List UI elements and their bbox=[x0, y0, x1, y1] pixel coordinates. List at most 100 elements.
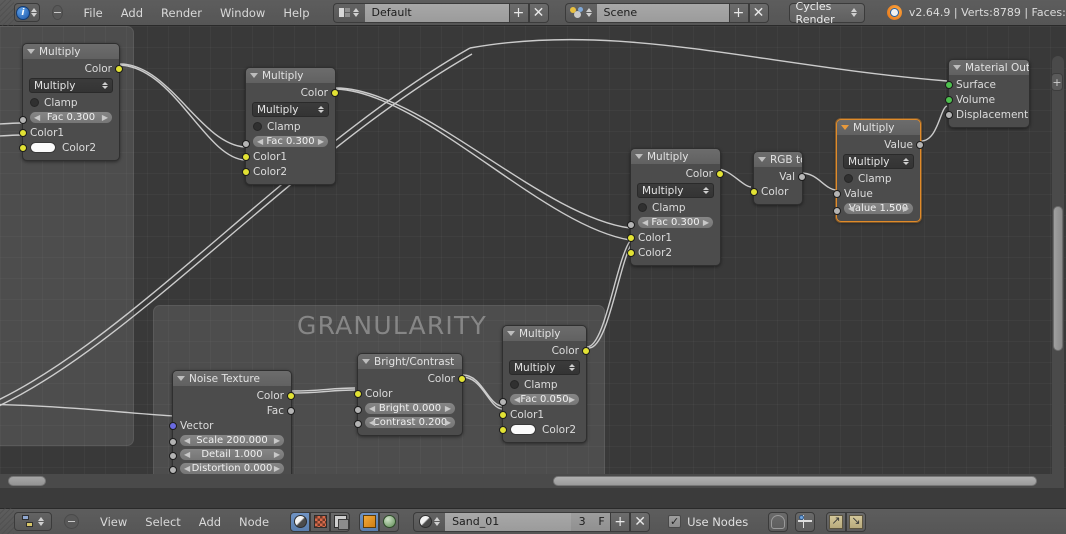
menu-add[interactable]: Add bbox=[190, 513, 230, 531]
node-math-multiply[interactable]: Multiply Value Multiply Clamp Value ◀ Va… bbox=[833, 119, 924, 222]
node-bright-contrast[interactable]: Bright/Contrast Color Color ◀ Bright 0.0… bbox=[354, 353, 466, 436]
slider-left-arrow-icon[interactable]: ◀ bbox=[184, 450, 190, 459]
fac-slider[interactable]: ◀ Fac 0.300 ▶ bbox=[637, 216, 714, 229]
node-input-color1[interactable]: Color1 bbox=[627, 230, 720, 245]
socket-input-surface[interactable] bbox=[945, 80, 953, 89]
slider-left-arrow-icon[interactable]: ◀ bbox=[184, 464, 190, 473]
slider-right-arrow-icon[interactable]: ▶ bbox=[274, 436, 280, 445]
backdrop-toggle-button[interactable] bbox=[768, 511, 789, 532]
slider-right-arrow-icon[interactable]: ▶ bbox=[569, 395, 575, 404]
node-header[interactable]: Noise Texture bbox=[173, 371, 291, 386]
node-output-value[interactable]: Value bbox=[837, 137, 924, 152]
node-material-output[interactable]: Material Outp Surface Volume Displacemen… bbox=[945, 59, 1030, 128]
node-input-vector[interactable]: Vector bbox=[169, 418, 291, 433]
socket-input-fac[interactable] bbox=[499, 398, 507, 406]
node-mix-rgb-4[interactable]: Multiply Color Multiply Clamp ◀ Fac 0.05… bbox=[499, 325, 590, 443]
blend-mode-dropdown[interactable]: Multiply bbox=[637, 183, 714, 198]
blend-mode-dropdown[interactable]: Multiply bbox=[29, 78, 113, 93]
menu-file[interactable]: File bbox=[75, 4, 112, 22]
node-output-color[interactable]: Color bbox=[631, 166, 724, 181]
node-input-displacement[interactable]: Displacement bbox=[945, 107, 1029, 122]
material-users-count[interactable]: 3 bbox=[571, 511, 594, 532]
socket-output-value[interactable] bbox=[916, 140, 924, 149]
clamp-checkbox[interactable] bbox=[253, 122, 262, 131]
menu-select[interactable]: Select bbox=[136, 513, 189, 531]
node-output-val[interactable]: Val bbox=[754, 169, 806, 184]
collapse-triangle-icon[interactable] bbox=[362, 359, 370, 364]
socket-input-color2[interactable] bbox=[627, 248, 635, 257]
shader-slot-object-button[interactable] bbox=[359, 511, 380, 532]
node-mix-rgb-2[interactable]: Multiply Color Multiply Clamp ◀ Fac 0.30… bbox=[242, 67, 339, 185]
detail-slider[interactable]: ◀ Detail 1.000 ▶ bbox=[179, 448, 285, 461]
node-header[interactable]: Multiply bbox=[246, 68, 335, 83]
node-input-value-1[interactable]: Value bbox=[833, 186, 920, 201]
node-header[interactable]: Multiply bbox=[23, 44, 119, 59]
unlink-material-button[interactable]: ✕ bbox=[630, 511, 651, 532]
bright-slider[interactable]: ◀ Bright 0.000 ▶ bbox=[364, 402, 456, 415]
fac-slider[interactable]: ◀ Fac 0.300 ▶ bbox=[252, 135, 329, 148]
render-engine-selector[interactable]: Cycles Render bbox=[788, 0, 865, 26]
node-mix-rgb-1[interactable]: Multiply Color Multiply Clamp ◀ Fac 0.30… bbox=[19, 43, 123, 161]
add-screen-layout-button[interactable]: + bbox=[508, 2, 529, 23]
vertical-scrollbar-thumb[interactable] bbox=[1053, 206, 1063, 351]
collapse-triangle-icon[interactable] bbox=[27, 49, 35, 54]
socket-output-color[interactable] bbox=[287, 391, 295, 400]
slider-left-arrow-icon[interactable]: ◀ bbox=[369, 418, 375, 427]
editor-corner-grip[interactable] bbox=[0, 508, 14, 534]
color2-swatch[interactable] bbox=[510, 424, 536, 435]
fac-slider[interactable]: ◀ Fac 0.300 ▶ bbox=[29, 111, 113, 124]
node-input-color[interactable]: Color bbox=[750, 184, 802, 199]
menu-add[interactable]: Add bbox=[112, 4, 152, 22]
contrast-slider[interactable]: ◀ Contrast 0.200 ▶ bbox=[364, 416, 456, 429]
socket-input-color2[interactable] bbox=[19, 143, 27, 152]
math-operation-dropdown[interactable]: Multiply bbox=[843, 154, 914, 169]
slider-left-arrow-icon[interactable]: ◀ bbox=[848, 204, 854, 213]
collapse-triangle-icon[interactable] bbox=[953, 65, 961, 70]
copy-node-button[interactable] bbox=[846, 511, 867, 532]
node-output-color[interactable]: Color bbox=[23, 61, 123, 76]
socket-input-color1[interactable] bbox=[627, 233, 635, 242]
socket-input-detail[interactable] bbox=[169, 452, 177, 460]
socket-input-fac[interactable] bbox=[627, 221, 635, 229]
material-name-field[interactable]: Sand_01 bbox=[445, 511, 572, 532]
collapse-menu-button[interactable] bbox=[51, 5, 63, 20]
socket-output-val[interactable] bbox=[798, 172, 806, 181]
slider-right-arrow-icon[interactable]: ▶ bbox=[903, 204, 909, 213]
clamp-checkbox[interactable] bbox=[638, 203, 647, 212]
socket-input-fac[interactable] bbox=[19, 116, 27, 124]
material-fake-user-button[interactable]: F bbox=[593, 511, 611, 532]
clamp-checkbox-row[interactable]: Clamp bbox=[246, 119, 335, 134]
slider-left-arrow-icon[interactable]: ◀ bbox=[34, 113, 40, 122]
socket-input-scale[interactable] bbox=[169, 438, 177, 446]
node-editor-canvas[interactable]: GRANULARITY Multiply Color Multiply Clam… bbox=[0, 26, 1066, 488]
collapse-triangle-icon[interactable] bbox=[758, 157, 766, 162]
node-header[interactable]: Material Outp bbox=[949, 60, 1029, 75]
node-header[interactable]: Bright/Contrast bbox=[358, 354, 462, 369]
node-rgb-to-bw[interactable]: RGB to Val Color bbox=[750, 151, 806, 205]
socket-input-color2[interactable] bbox=[242, 167, 250, 176]
slider-right-arrow-icon[interactable]: ▶ bbox=[318, 137, 324, 146]
slider-right-arrow-icon[interactable]: ▶ bbox=[274, 464, 280, 473]
clamp-checkbox-row[interactable]: Clamp bbox=[631, 200, 720, 215]
menu-view[interactable]: View bbox=[91, 513, 136, 531]
socket-input-color1[interactable] bbox=[242, 152, 250, 161]
snap-toggle-button[interactable] bbox=[795, 511, 816, 532]
move-to-layer-button[interactable] bbox=[826, 511, 847, 532]
node-header[interactable]: Multiply bbox=[631, 149, 720, 164]
node-mix-rgb-3[interactable]: Multiply Color Multiply Clamp ◀ Fac 0.30… bbox=[627, 148, 724, 266]
collapse-triangle-icon[interactable] bbox=[250, 73, 258, 78]
horizontal-scrollbar-thumb[interactable] bbox=[553, 476, 1037, 486]
node-input-color1[interactable]: Color1 bbox=[242, 149, 335, 164]
node-input-color[interactable]: Color bbox=[354, 386, 462, 401]
use-nodes-checkbox[interactable]: ✓ bbox=[668, 515, 682, 528]
socket-input-color2[interactable] bbox=[499, 425, 507, 434]
editor-type-selector-node[interactable] bbox=[14, 512, 52, 531]
screen-layout-icon[interactable] bbox=[332, 2, 365, 23]
scale-slider[interactable]: ◀ Scale 200.000 ▶ bbox=[179, 434, 285, 447]
node-input-surface[interactable]: Surface bbox=[945, 77, 1029, 92]
node-header[interactable]: Multiply bbox=[837, 120, 920, 135]
node-output-color[interactable]: Color bbox=[173, 388, 295, 403]
node-input-volume[interactable]: Volume bbox=[945, 92, 1029, 107]
add-material-button[interactable]: + bbox=[610, 511, 631, 532]
slider-right-arrow-icon[interactable]: ▶ bbox=[703, 218, 709, 227]
